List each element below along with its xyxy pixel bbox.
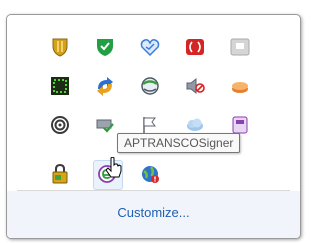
customize-link[interactable]: Customize... (7, 205, 300, 220)
red-app-icon[interactable] (184, 36, 206, 58)
globe-alert-icon[interactable] (139, 163, 161, 185)
orange-drive-icon[interactable] (229, 75, 251, 97)
icon-tooltip: APTRANSCOSigner (117, 133, 241, 153)
security-shield-check-icon[interactable] (94, 36, 116, 58)
heart-shield-icon[interactable] (139, 36, 161, 58)
notification-overflow-popup: APTRANSCOSigner Customize... (6, 14, 301, 239)
speaker-muted-icon[interactable] (184, 75, 206, 97)
battery-lock-icon[interactable] (49, 163, 71, 185)
gray-app-icon[interactable] (229, 36, 251, 58)
usb-check-icon[interactable] (94, 114, 116, 136)
spiral-icon[interactable] (49, 114, 71, 136)
network-globe-icon[interactable] (139, 75, 161, 97)
shield-yellow-icon[interactable] (49, 36, 71, 58)
tray-icon-grid: APTRANSCOSigner (7, 15, 300, 190)
green-display-icon[interactable] (49, 75, 71, 97)
mouse-pointer-icon (106, 157, 122, 178)
sync-arrows-icon[interactable] (94, 75, 116, 97)
customize-footer: Customize... (7, 191, 300, 238)
